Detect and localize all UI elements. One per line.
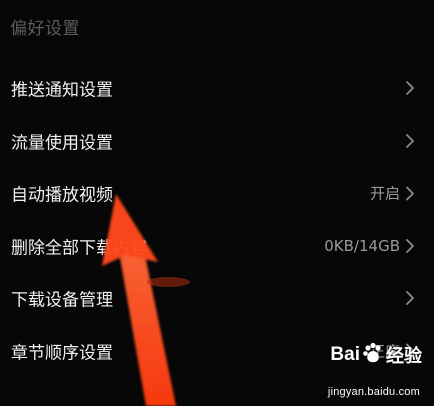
setting-value: 0KB/14GB (324, 236, 400, 255)
setting-label: 下载设备管理 (11, 290, 113, 311)
setting-row-data-usage[interactable]: 流量使用设置 (0, 115, 434, 168)
setting-row-delete-downloads[interactable]: 删除全部下载内容 0KB/14GB (0, 220, 434, 273)
setting-label: 自动播放视频 (11, 185, 113, 206)
setting-value: 开启 (369, 184, 400, 203)
setting-label: 流量使用设置 (11, 133, 113, 154)
watermark-logo-cn: 经验 (386, 346, 422, 367)
setting-right (400, 291, 416, 306)
setting-row-push-notifications[interactable]: 推送通知设置 (0, 62, 434, 115)
settings-screen: 偏好设置 推送通知设置 流量使用设置 自动播放视频 开启 删除全部下载内容 0K… (0, 0, 434, 406)
setting-right (400, 81, 416, 96)
setting-row-download-devices[interactable]: 下载设备管理 (0, 272, 434, 325)
setting-right: 开启 (370, 183, 416, 204)
chevron-right-icon (404, 81, 416, 96)
watermark-logo-latin: Bai (330, 344, 360, 365)
setting-row-autoplay-video[interactable]: 自动播放视频 开启 (0, 167, 434, 220)
chevron-right-icon (404, 238, 416, 253)
setting-label: 删除全部下载内容 (11, 238, 147, 259)
setting-right: 0KB/14GB (324, 237, 416, 255)
chevron-right-icon (404, 291, 416, 306)
watermark-logo: Bai 经验 (330, 342, 422, 368)
section-header: 偏好设置 (10, 19, 80, 39)
baidu-paw-icon (362, 342, 384, 368)
setting-label: 章节顺序设置 (11, 343, 113, 364)
watermark-url: jingyan.baidu.com (327, 386, 420, 398)
settings-list: 推送通知设置 流量使用设置 自动播放视频 开启 删除全部下载内容 0KB/14G… (0, 62, 434, 377)
chevron-right-icon (404, 133, 416, 148)
setting-label: 推送通知设置 (11, 80, 113, 101)
baidu-jingyan-watermark: Bai 经验 jingyan.baidu.com (306, 342, 426, 400)
chevron-right-icon (404, 186, 416, 201)
setting-right (400, 133, 416, 148)
